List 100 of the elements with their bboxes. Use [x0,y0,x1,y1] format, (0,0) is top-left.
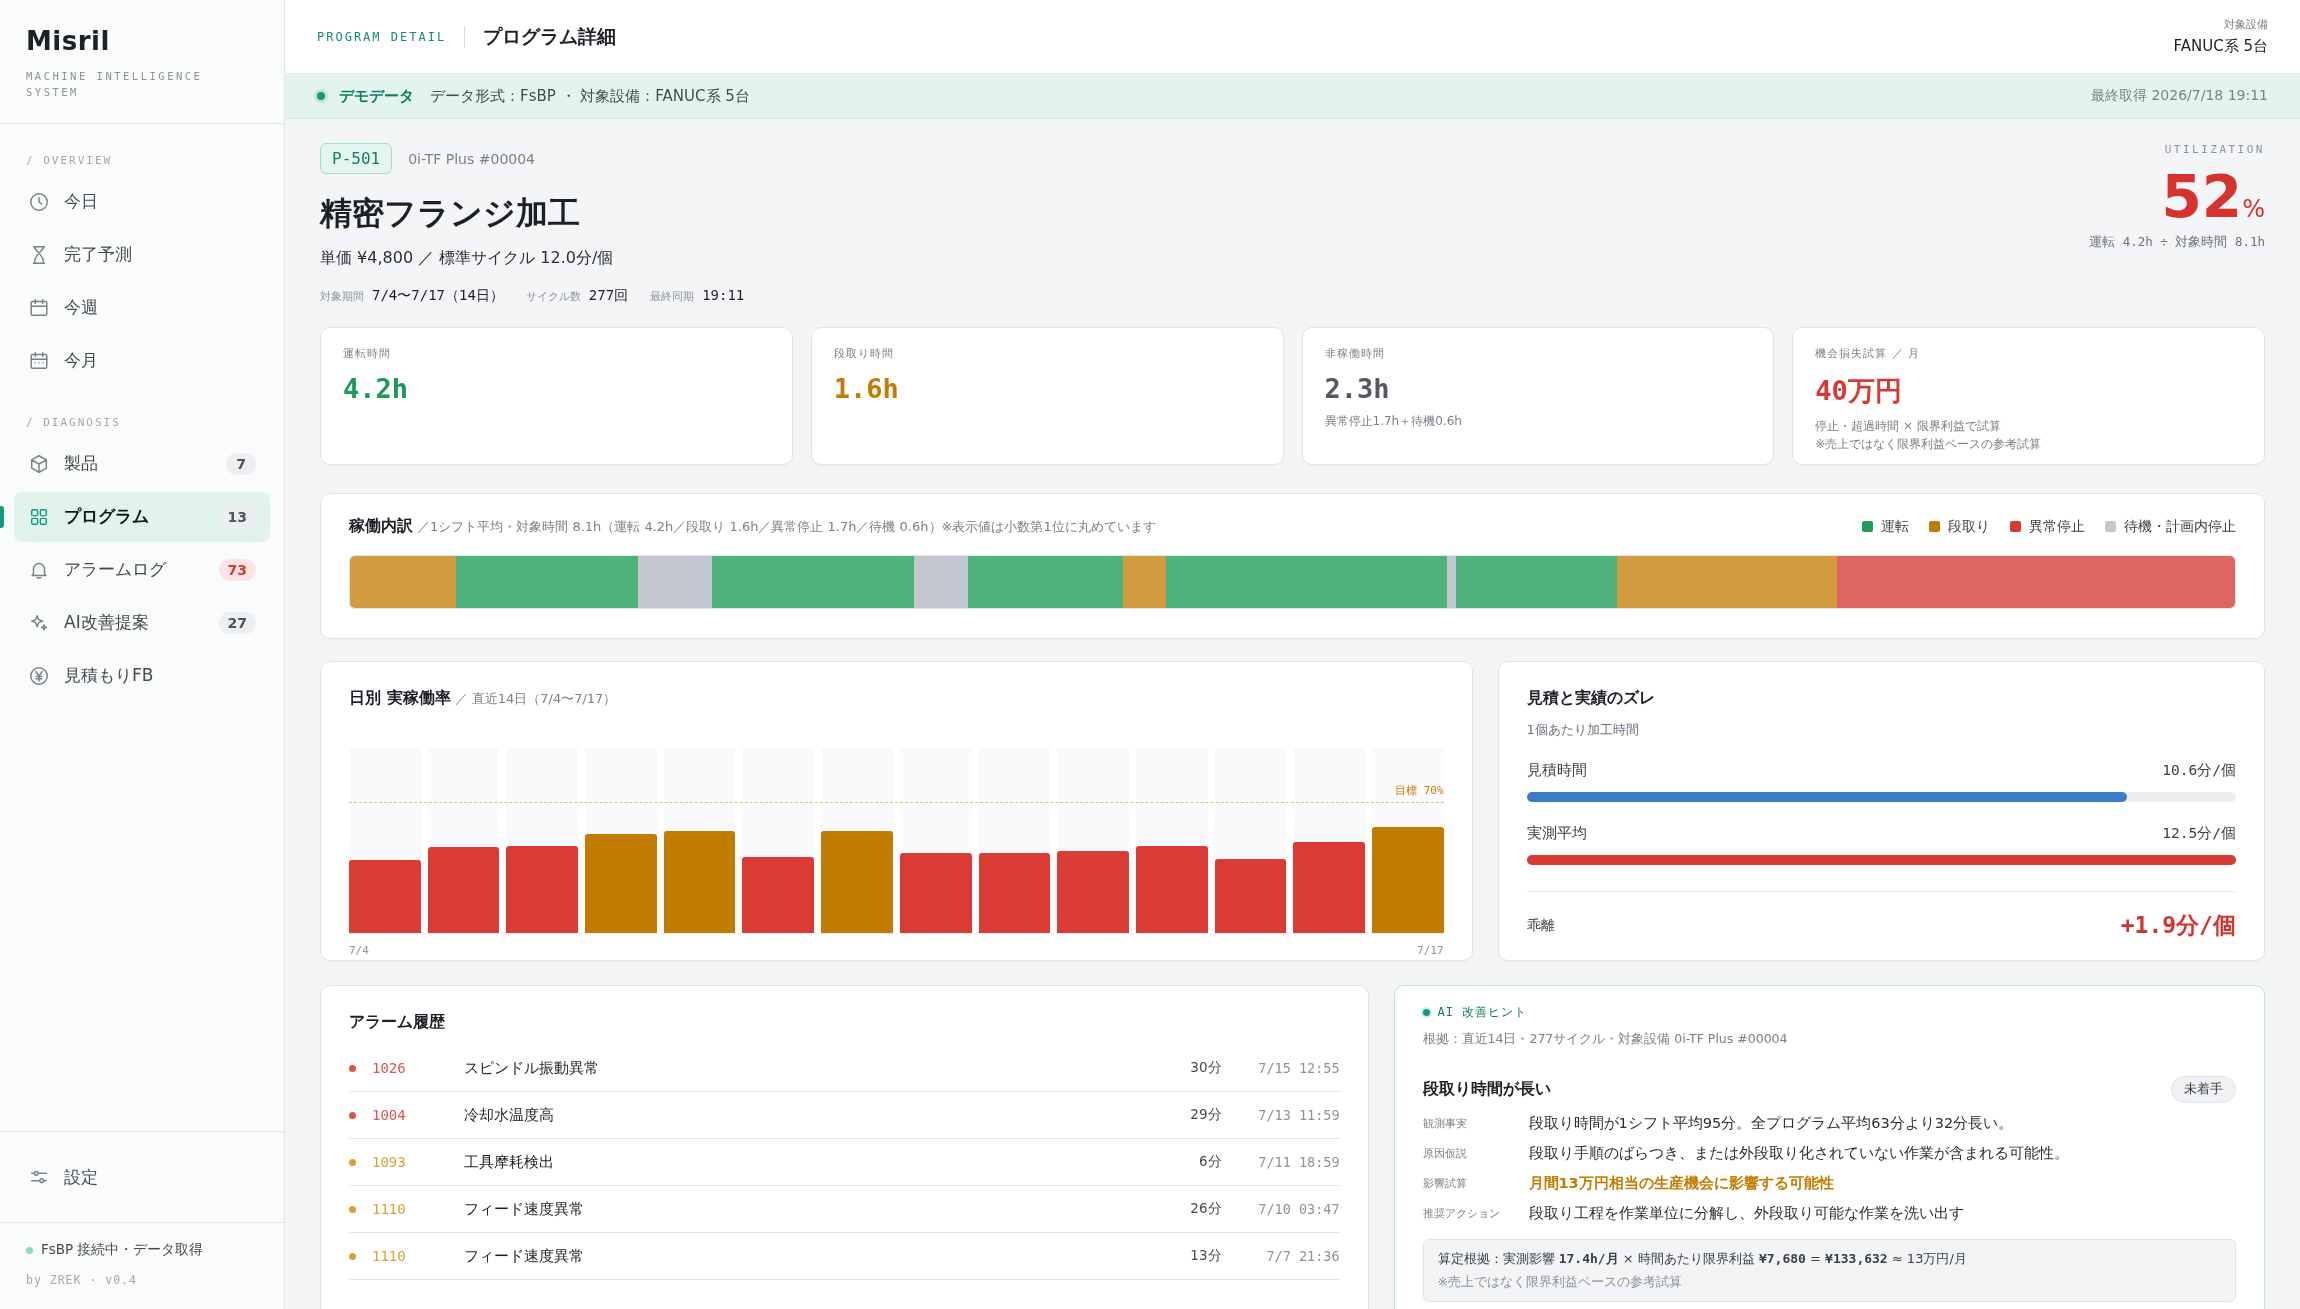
alarm-code: 1004 [372,1107,407,1123]
utilization-note: 運転 4.2h ÷ 対象時間 8.1h [2089,234,2265,251]
section-heading: / OVERVIEW [26,153,114,167]
yen-icon [28,664,50,687]
meta-label: 対象期間 [320,290,364,303]
legend-label: 待機・計画内停止 [2124,517,2236,536]
status-tag: 未着手 [2171,1076,2236,1103]
connection-status: FsBP 接続中・データ取得 [41,1241,204,1259]
sidebar-item[interactable]: 設定 [14,1152,270,1202]
meta-value: 277回 [588,287,629,303]
kpi-label: 段取り時間 [833,346,895,361]
status-dot [317,92,325,100]
kpi-label: 機会損失試算 ／ 月 [1815,346,1922,361]
alarm-row[interactable]: 1093 工具摩耗検出 6分 7/11 18:59 [349,1139,1340,1186]
alarm-code: 1026 [372,1060,407,1076]
card-subtitle: ／ 直近14日（7/4〜7/17） [454,690,617,708]
alarm-row[interactable]: 1110 フィード速度異常 26分 7/10 03:47 [349,1186,1340,1233]
alarm-time: 7/10 03:47 [1257,1201,1340,1217]
alarm-time: 7/7 21:36 [1265,1248,1340,1264]
version-label: by ZREK · v0.4 [26,1273,138,1287]
status-dot [26,1246,33,1254]
sidebar-item[interactable]: 見積もりFB [14,650,270,701]
count-badge: 7 [226,452,256,475]
alarm-duration: 6分 [1197,1153,1222,1171]
fact-text: 月間13万円相当の生産機会に影響する可能性 [1528,1174,1834,1193]
fact-text: 段取り手順のばらつき、または外段取り化されていない作業が含まれる可能性。 [1528,1144,2069,1163]
sidebar-item[interactable]: 今日 [14,176,270,227]
card-title: 稼働内訳 [349,516,413,537]
card-title: 見積と実績のズレ [1526,688,1656,709]
equipment-value: FANUC系 5台 [2173,37,2268,56]
diff-label: 乖離 [1526,916,1555,935]
sidebar-item[interactable]: AI改善提案 27 [14,597,270,648]
ai-label: AI 改善ヒント [1437,1004,1528,1021]
legend-label: 異常停止 [2029,517,2085,536]
sidebar-item[interactable]: 今週 [14,282,270,333]
sidebar-item[interactable]: アラームログ 73 [14,544,270,595]
brand-logo: Misril [26,26,111,56]
card-subtitle: ／1シフト平均・対象時間 8.1h（運転 4.2h／段取り 1.6h／異常停止 1.7h／待機 0.6h）※表示値は小数第1位に丸めています [417,517,1157,536]
fact-label: 影響試算 [1422,1176,1468,1191]
sidebar-item[interactable]: 完了予測 [14,229,270,280]
calculation-text: 算定根拠：実測影響 17.4h/月 × 時間あたり限界利益 ¥7,680 = ¥133,632 ≈ 13万円/月 [1437,1250,1968,1268]
alarm-name: フィード速度異常 [464,1246,585,1266]
sidebar-item[interactable]: 今月 [14,335,270,386]
fetched-time: 最終取得 2026/7/18 19:11 [2090,87,2268,105]
alarm-duration: 30分 [1189,1059,1222,1077]
row-value: 12.5分/個 [2162,824,2236,843]
alarm-row[interactable]: 1004 冷却水温度高 29分 7/13 11:59 [349,1092,1340,1139]
alarm-row[interactable]: 1026 スピンドル振動異常 30分 7/15 12:55 [349,1045,1340,1092]
status-dot [1422,1009,1430,1016]
alarm-code: 1110 [372,1248,407,1264]
card-title: 日別 実稼働率 [349,688,451,709]
kpi-label: 非稼働時間 [1324,346,1386,361]
target-label: 目標 70% [1395,782,1444,799]
meta-value: 19:11 [702,287,745,303]
section-heading: / DIAGNOSIS [26,415,122,429]
kpi-value: 2.3h [1324,373,1391,404]
banner-text: データ形式：FsBP ・ 対象設備：FANUC系 5台 [430,86,751,106]
clock-icon [28,190,50,213]
count-badge: 13 [218,505,256,528]
calendar-icon [28,296,50,319]
kpi-value: 4.2h [343,373,410,404]
axis-label: 7/4 [349,944,369,957]
alarm-time: 7/15 12:55 [1257,1060,1340,1076]
legend-label: 段取り [1948,517,1990,536]
alarm-duration: 26分 [1189,1200,1222,1218]
kpi-value: 40万円 [1815,374,1903,408]
calendar-icon [28,349,50,372]
alarm-name: スピンドル振動異常 [464,1058,600,1078]
row-label: 実測平均 [1526,824,1587,843]
kpi-note: 異常停止1.7h＋待機0.6h [1324,413,1463,430]
price-info: 単価 ¥4,800 ／ 標準サイクル 12.0分/個 [320,248,615,269]
axis-label: 7/17 [1417,944,1444,957]
page-title: プログラム詳細 [483,23,618,49]
alarm-name: 工具摩耗検出 [464,1152,555,1172]
diff-value: +1.9分/個 [2120,911,2236,940]
machine-label: 0i-TF Plus #00004 [408,150,535,167]
calculation-note: ※売上ではなく限界利益ベースの参考試算 [1437,1274,1683,1291]
alarm-time: 7/13 11:59 [1257,1107,1340,1123]
count-badge: 27 [218,611,256,634]
alarm-code: 1093 [372,1154,407,1170]
hint-title: 段取り時間が長い [1422,1079,1551,1100]
brand-tagline: MACHINE INTELLIGENCE SYSTEM [26,69,204,101]
count-badge: 73 [218,558,256,581]
fact-text: 段取り時間が1シフト平均95分。全プログラム平均63分より32分長い。 [1528,1114,2014,1133]
card-title: アラーム履歴 [349,1012,446,1033]
kpi-value: 1.6h [833,373,900,404]
demo-label: デモデータ [339,86,414,106]
alarm-duration: 29分 [1189,1106,1222,1124]
fact-label: 推奨アクション [1422,1206,1501,1221]
cube-icon [28,452,50,475]
fact-label: 観測事実 [1422,1116,1468,1131]
active-indicator [0,505,4,528]
meta-label: 最終同期 [650,290,695,303]
row-value: 10.6分/個 [2162,761,2236,780]
sidebar-item[interactable]: 製品 7 [14,438,270,489]
kpi-note: 停止・超過時間 × 限界利益で試算 [1815,418,2002,435]
alarm-time: 7/11 18:59 [1257,1154,1340,1170]
alarm-name: 冷却水温度高 [464,1105,555,1125]
meta-label: サイクル数 [525,290,581,303]
alarm-row[interactable]: 1110 フィード速度異常 13分 7/7 21:36 [349,1233,1340,1280]
